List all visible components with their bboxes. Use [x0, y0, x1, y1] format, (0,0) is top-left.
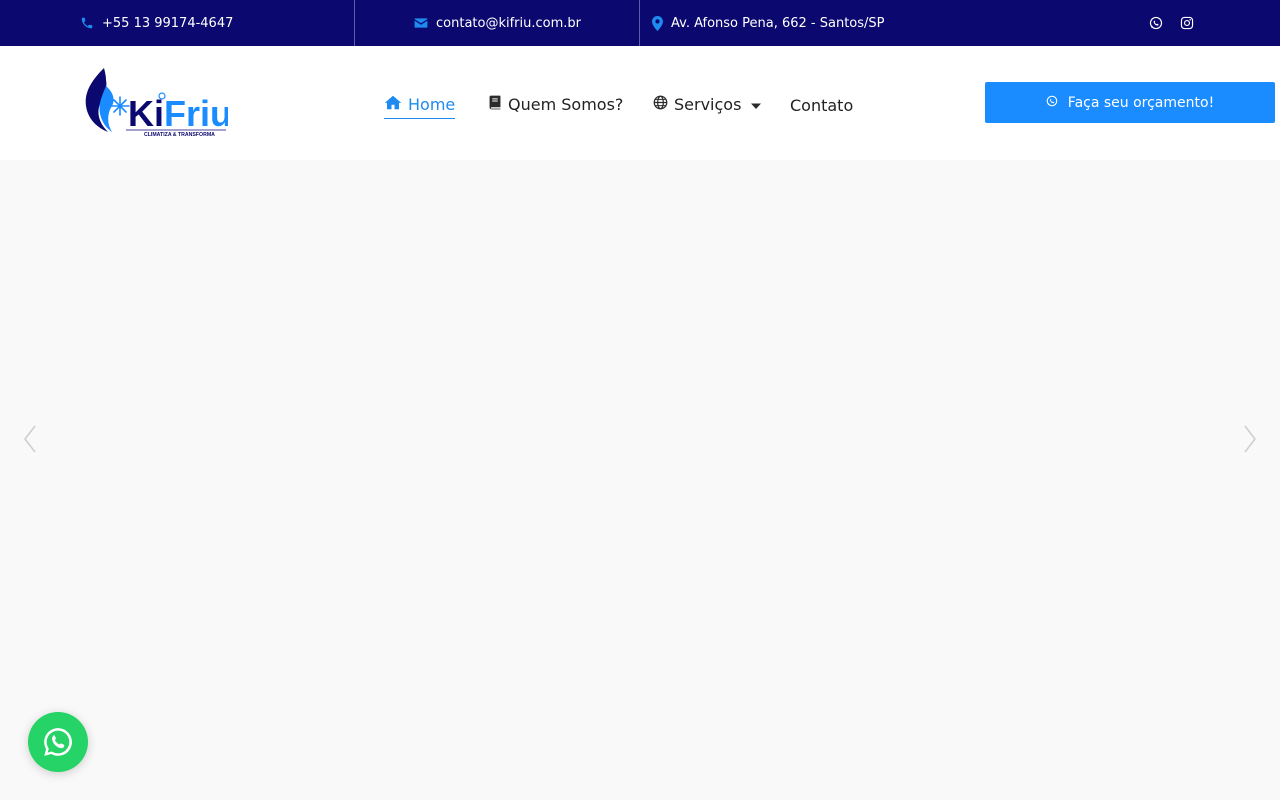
nav-quem-somos-label: Quem Somos?	[508, 94, 624, 114]
chevron-left-icon	[24, 425, 36, 453]
whatsapp-icon	[44, 728, 72, 756]
topbar-divider	[354, 0, 355, 46]
hero-slider	[0, 160, 1280, 800]
brand-tagline: CLIMATIZA & TRANSFORMA	[144, 132, 215, 138]
nav-contato[interactable]: Contato	[790, 93, 853, 117]
instagram-icon[interactable]	[1179, 15, 1195, 31]
book-icon	[488, 95, 502, 114]
floating-whatsapp-button[interactable]	[28, 712, 88, 772]
map-marker-icon	[652, 15, 663, 31]
nav-home-label: Home	[408, 94, 456, 114]
brand-name-friu: Friu	[164, 93, 228, 134]
nav-servicos-label: Serviços	[674, 94, 742, 114]
address-text: Av. Afonso Pena, 662 - Santos/SP	[671, 15, 885, 31]
nav-servicos[interactable]: Serviços	[653, 92, 762, 116]
email-contact[interactable]: contato@kifriu.com.br	[414, 0, 581, 46]
nav-quem-somos[interactable]: Quem Somos?	[488, 92, 623, 116]
chevron-right-icon	[1244, 425, 1256, 453]
site-header: Ki Friu CLIMATIZA & TRANSFORMA Home Quem…	[0, 46, 1280, 160]
whatsapp-social-icon[interactable]	[1148, 15, 1164, 31]
globe-icon	[653, 95, 668, 114]
caret-down-icon[interactable]	[751, 95, 762, 114]
phone-contact[interactable]: +55 13 99174-4647	[80, 0, 233, 46]
request-quote-button[interactable]: Faça seu orçamento!	[985, 82, 1275, 123]
top-contact-bar: +55 13 99174-4647 contato@kifriu.com.br …	[0, 0, 1280, 46]
kifriu-logo[interactable]: Ki Friu CLIMATIZA & TRANSFORMA	[82, 66, 232, 138]
whatsapp-icon	[1046, 95, 1058, 111]
phone-number: +55 13 99174-4647	[102, 15, 234, 31]
phone-icon	[80, 16, 94, 30]
slider-prev-arrow[interactable]	[20, 424, 40, 454]
envelope-icon	[414, 17, 428, 29]
nav-home[interactable]: Home	[384, 92, 456, 119]
request-quote-label: Faça seu orçamento!	[1067, 94, 1215, 111]
brand-name-ki: Ki	[128, 93, 164, 134]
nav-contato-label: Contato	[790, 95, 854, 115]
topbar-divider	[639, 0, 640, 46]
email-address: contato@kifriu.com.br	[436, 15, 581, 31]
address-contact[interactable]: Av. Afonso Pena, 662 - Santos/SP	[652, 0, 885, 46]
home-icon	[384, 95, 402, 114]
slider-next-arrow[interactable]	[1240, 424, 1260, 454]
